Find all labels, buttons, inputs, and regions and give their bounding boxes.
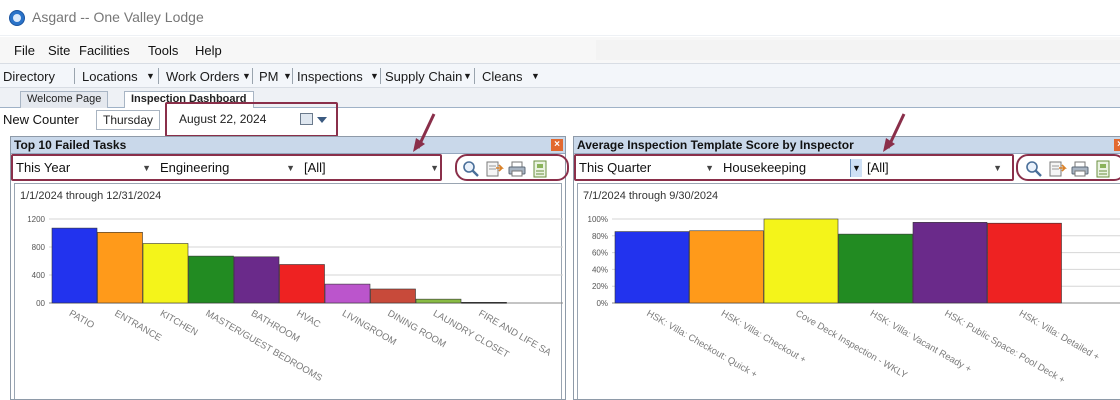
x-tick-label: PATIO	[67, 308, 96, 331]
y-tick-label: 0%	[596, 299, 608, 308]
window-title: Asgard -- One Valley Lodge	[32, 9, 204, 25]
menu-facilities[interactable]: Facilities	[79, 43, 130, 58]
right-tools-highlight-box	[1016, 154, 1120, 181]
bar	[142, 243, 189, 304]
panel-title: Top 10 Failed Tasks	[14, 138, 127, 152]
panel-header: Top 10 Failed Tasks ×	[11, 137, 565, 154]
dropdown-arrow-icon[interactable]: ▼	[146, 71, 155, 81]
title-bar: Asgard -- One Valley Lodge	[0, 0, 1120, 36]
dropdown-arrow-icon[interactable]: ▼	[370, 71, 379, 81]
y-tick-label: 40%	[592, 265, 608, 274]
tab-welcome-page[interactable]: Welcome Page	[20, 91, 109, 108]
nav-supply-chain[interactable]: Supply Chain	[385, 69, 462, 84]
bar	[912, 222, 988, 304]
bar	[987, 222, 1062, 304]
x-tick-label: ENTRANCE	[113, 308, 164, 344]
bar	[188, 255, 234, 304]
dropdown-arrow-icon[interactable]: ▼	[283, 71, 292, 81]
bar	[51, 227, 98, 304]
menu-tools[interactable]: Tools	[148, 43, 178, 58]
x-tick-label: LAUNDRY CLOSET	[431, 308, 511, 360]
right-filter-highlight-box	[574, 154, 1014, 181]
x-tick-label: HSK: Public Space: Pool Deck +	[943, 308, 1068, 386]
bar	[97, 231, 143, 304]
panel-header: Average Inspection Template Score by Ins…	[574, 137, 1120, 154]
nav-bar: Directory Locations ▼ Work Orders ▼ PM ▼…	[0, 63, 1120, 88]
dropdown-arrow-icon[interactable]: ▼	[242, 71, 251, 81]
nav-separator	[158, 68, 159, 84]
app-logo-icon	[9, 10, 25, 26]
y-tick-label: 80%	[592, 232, 608, 241]
bar	[689, 230, 764, 304]
dropdown-arrow-icon[interactable]: ▼	[531, 71, 540, 81]
nav-cleans[interactable]: Cleans	[482, 69, 522, 84]
annotation-arrow	[413, 113, 436, 152]
nav-separator	[74, 68, 75, 84]
y-tick-label: 400	[32, 271, 46, 280]
bar	[324, 283, 371, 304]
weekday-field: Thursday	[96, 110, 160, 130]
nav-pm[interactable]: PM	[259, 69, 279, 84]
bar	[614, 231, 690, 304]
nav-inspections[interactable]: Inspections	[297, 69, 363, 84]
nav-separator	[474, 68, 475, 84]
bar	[279, 264, 325, 304]
close-icon[interactable]: ×	[551, 139, 563, 151]
nav-work-orders[interactable]: Work Orders	[166, 69, 239, 84]
bar	[763, 218, 839, 304]
date-highlight-box	[165, 102, 338, 137]
y-tick-label: 100%	[588, 215, 608, 224]
bar	[415, 298, 462, 304]
left-tools-highlight-box	[455, 154, 569, 181]
menu-help[interactable]: Help	[195, 43, 222, 58]
menu-site[interactable]: Site	[48, 43, 70, 58]
bar	[370, 288, 416, 304]
bar	[838, 233, 913, 304]
annotation-arrow	[883, 113, 906, 152]
y-tick-label: 00	[36, 299, 45, 308]
failed-tasks-bar-chart: 120080040000PATIO ENTRANCEKITCHEN MASTER/G…	[27, 215, 563, 384]
y-tick-label: 800	[32, 243, 46, 252]
nav-locations[interactable]: Locations	[82, 69, 138, 84]
y-tick-label: 20%	[592, 282, 608, 291]
dropdown-arrow-icon[interactable]: ▼	[463, 71, 472, 81]
x-tick-label: KITCHEN	[158, 308, 200, 338]
x-tick-label: HVAC	[295, 308, 323, 330]
bar	[461, 302, 507, 304]
chart-area: 1/1/2024 through 12/31/2024 1200 800 400 00…	[14, 183, 563, 399]
y-tick-label: 60%	[592, 249, 608, 258]
close-icon[interactable]: ×	[1114, 139, 1120, 151]
panel-title: Average Inspection Template Score by Ins…	[577, 138, 854, 152]
new-counter-label: New Counter	[3, 112, 79, 127]
menu-bar-filler	[596, 40, 1120, 60]
chart-area: 7/1/2024 through 9/30/2024 100% 80% 60% 40%…	[577, 183, 1120, 399]
nav-separator	[380, 68, 381, 84]
nav-directory[interactable]: Directory	[3, 69, 55, 84]
left-filter-highlight-box	[11, 154, 442, 181]
bar	[233, 256, 280, 304]
nav-separator	[252, 68, 253, 84]
nav-separator	[292, 68, 293, 84]
x-tick-label: FIRE AND LIFE SA	[477, 308, 554, 359]
menu-file[interactable]: File	[14, 43, 35, 58]
inspection-score-bar-chart: 100%80%60%40%20%0%HSK: Villa: Checkout: …	[588, 215, 1120, 386]
y-tick-label: 1200	[27, 215, 45, 224]
